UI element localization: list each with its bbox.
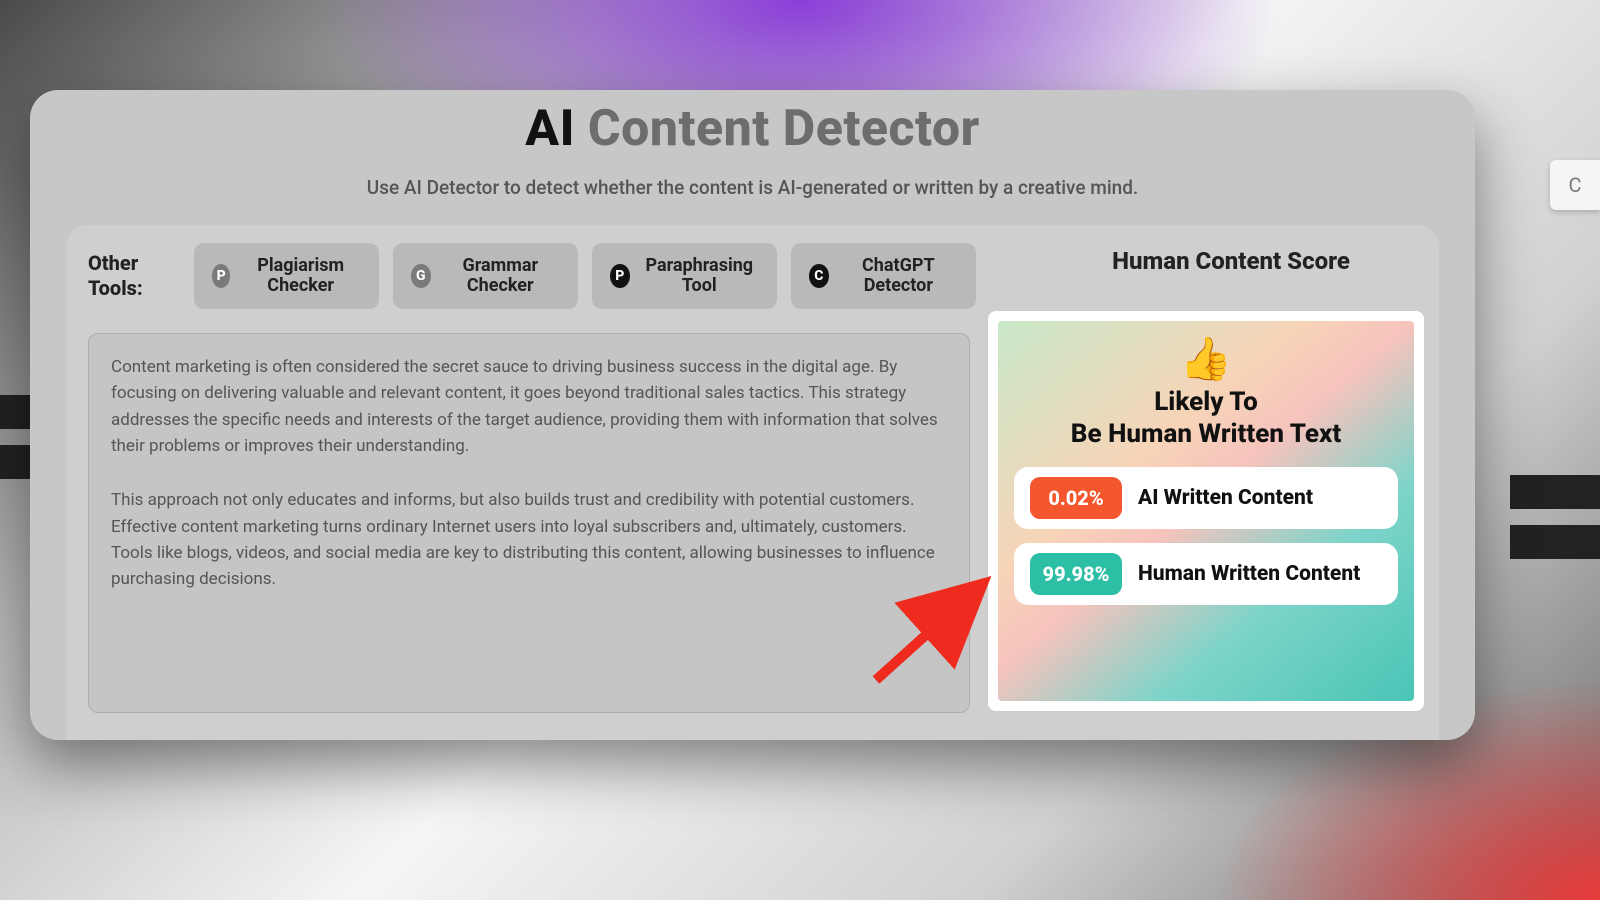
- ai-percent-badge: 0.02%: [1030, 477, 1122, 519]
- title-ai: AI: [525, 100, 588, 158]
- content-textarea[interactable]: Content marketing is often considered th…: [88, 333, 970, 713]
- tool-label: Grammar Checker: [441, 256, 560, 296]
- edge-widget-label: C: [1568, 173, 1581, 197]
- tool-badge-icon: C: [809, 264, 829, 288]
- edge-widget[interactable]: C: [1550, 160, 1600, 210]
- tool-label: Plagiarism Checker: [240, 256, 361, 296]
- decorative-stripe: [1510, 475, 1600, 509]
- page-title: AI Content Detector: [30, 90, 1475, 158]
- tool-chatgpt-detector[interactable]: C ChatGPT Detector: [791, 243, 976, 309]
- human-content-label: Human Written Content: [1138, 562, 1360, 586]
- tool-paraphrasing-tool[interactable]: P Paraphrasing Tool: [592, 243, 777, 309]
- app-card: AI Content Detector Use AI Detector to d…: [30, 90, 1475, 740]
- title-rest: Content Detector: [588, 100, 980, 158]
- tool-grammar-checker[interactable]: G Grammar Checker: [393, 243, 578, 309]
- human-content-row: 99.98% Human Written Content: [1014, 543, 1398, 605]
- ai-content-label: AI Written Content: [1138, 486, 1313, 510]
- decorative-stripe: [1510, 525, 1600, 559]
- page-subtitle: Use AI Detector to detect whether the co…: [30, 176, 1475, 199]
- score-title: Human Content Score: [1036, 247, 1426, 275]
- ai-content-row: 0.02% AI Written Content: [1014, 467, 1398, 529]
- main-panel: Other Tools: P Plagiarism Checker G Gram…: [66, 225, 1439, 740]
- other-tools-label: Other Tools:: [88, 251, 180, 301]
- thumbs-up-icon: 👍: [1180, 339, 1232, 381]
- score-card: 👍 Likely To Be Human Written Text 0.02% …: [988, 311, 1424, 711]
- tool-badge-icon: P: [212, 264, 230, 288]
- human-percent-badge: 99.98%: [1030, 553, 1122, 595]
- tool-badge-icon: P: [610, 264, 630, 288]
- score-verdict-line2: Be Human Written Text: [1071, 419, 1341, 449]
- score-verdict-line1: Likely To: [1154, 387, 1258, 417]
- tool-label: Paraphrasing Tool: [640, 256, 759, 296]
- tool-badge-icon: G: [411, 264, 431, 288]
- tool-label: ChatGPT Detector: [839, 256, 958, 296]
- content-paragraph: Content marketing is often considered th…: [111, 354, 947, 459]
- content-paragraph: This approach not only educates and info…: [111, 487, 947, 592]
- tool-plagiarism-checker[interactable]: P Plagiarism Checker: [194, 243, 379, 309]
